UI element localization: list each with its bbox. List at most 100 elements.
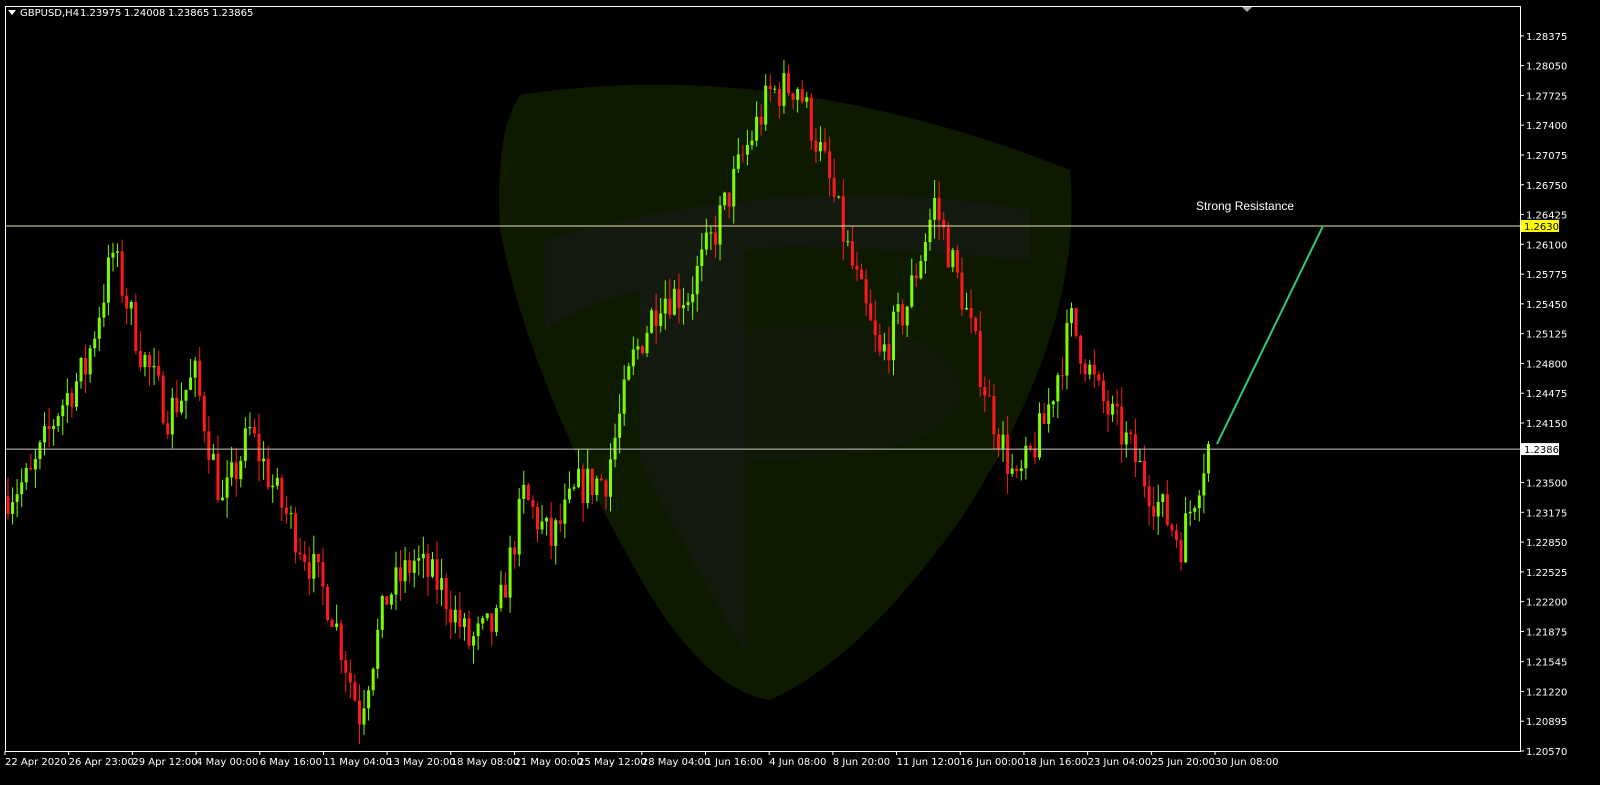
bull-candle (335, 623, 339, 627)
bear-candle (526, 484, 530, 500)
bear-candle (1074, 308, 1078, 336)
bear-candle (120, 251, 124, 296)
bear-candle (330, 619, 334, 627)
bull-candle (170, 397, 174, 435)
bull-candle (111, 252, 115, 258)
bear-candle (1165, 494, 1169, 525)
bear-candle (887, 344, 891, 361)
time-tick-label: 6 May 16:00 (260, 757, 322, 768)
bull-candle (1161, 494, 1165, 502)
time-tick-label: 8 Jun 20:00 (833, 757, 890, 768)
bull-candle (43, 426, 47, 443)
price-tick-label: 1.24150 (1526, 419, 1567, 430)
bear-candle (339, 623, 343, 661)
bear-candle (280, 477, 284, 508)
chart-canvas[interactable]: GBPUSD,H4 1.23975 1.24008 1.23865 1.2386… (0, 0, 1600, 785)
bear-candle (946, 227, 950, 268)
current-price-tag-text: 1.23865 (1524, 445, 1565, 456)
bear-candle (1042, 413, 1046, 424)
bull-candle (622, 379, 626, 414)
projection-arrow-line[interactable] (1216, 225, 1324, 445)
symbol-dropdown-icon[interactable] (8, 10, 16, 15)
bull-candle (275, 477, 279, 486)
time-tick-label: 4 May 00:00 (196, 757, 258, 768)
bear-candle (1129, 432, 1133, 435)
bull-candle (545, 517, 549, 522)
bear-candle (640, 346, 644, 354)
bull-candle (38, 442, 42, 459)
bull-candle (24, 467, 28, 483)
bull-candle (20, 482, 24, 495)
bull-candle (818, 142, 822, 152)
bear-candle (1147, 486, 1151, 507)
bear-candle (326, 586, 330, 620)
bull-candle (563, 499, 567, 524)
bear-candle (321, 562, 325, 587)
bear-candle (1143, 460, 1147, 487)
bull-candle (627, 366, 631, 380)
bull-candle (97, 317, 101, 339)
bear-candle (727, 192, 731, 207)
bear-candle (531, 499, 535, 507)
header-open: 1.23975 (80, 8, 121, 19)
bear-candle (996, 434, 1000, 450)
bear-candle (713, 232, 717, 245)
bull-candle (650, 310, 654, 333)
bear-candle (134, 302, 138, 352)
bear-candle (29, 467, 33, 470)
bear-candle (1152, 506, 1156, 517)
bear-candle (444, 578, 448, 610)
bull-candle (672, 288, 676, 315)
time-axis: 22 Apr 2020 26 Apr 23:0029 Apr 12:004 May… (4, 751, 1279, 768)
header-symbol: GBPUSD,H4 (20, 8, 79, 19)
bull-candle (1188, 511, 1192, 514)
strong-resistance-label[interactable]: Strong Resistance (1196, 199, 1294, 213)
bull-candle (609, 459, 612, 497)
bear-candle (385, 596, 389, 605)
bear-candle (841, 196, 845, 242)
bull-candle (1070, 308, 1074, 323)
bull-candle (567, 488, 571, 500)
price-tick-label: 1.27725 (1526, 91, 1567, 102)
bear-candle (1083, 363, 1087, 375)
bull-candle (225, 477, 229, 498)
bear-candle (1033, 448, 1037, 458)
bear-candle (84, 358, 88, 375)
bull-candle (508, 547, 512, 598)
bear-candle (216, 453, 220, 501)
bull-candle (380, 596, 384, 630)
bear-candle (860, 269, 864, 280)
bull-candle (732, 168, 736, 207)
bull-candle (837, 196, 841, 198)
time-tick-label: 18 May 08:00 (451, 757, 520, 768)
bull-candle (1001, 434, 1005, 450)
bull-candle (289, 513, 293, 515)
price-tick-label: 1.22850 (1526, 538, 1567, 549)
bull-candle (1038, 413, 1042, 458)
time-tick-label: 11 Jun 12:00 (897, 757, 961, 768)
bear-candle (590, 468, 594, 495)
bull-candle (572, 487, 576, 489)
bull-candle (453, 609, 457, 623)
bull-candle (745, 145, 749, 155)
bear-candle (513, 547, 517, 555)
bear-candle (969, 307, 973, 318)
price-tick-label: 1.27075 (1526, 151, 1567, 162)
time-tick-label: 4 Jun 08:00 (769, 757, 826, 768)
bear-candle (654, 310, 658, 326)
scroll-marker-icon[interactable] (1242, 7, 1252, 12)
bull-candle (1124, 432, 1128, 445)
bear-candle (581, 468, 585, 504)
bear-candle (1179, 539, 1183, 563)
price-tick-label: 1.27400 (1526, 121, 1567, 132)
bear-candle (161, 375, 165, 424)
bull-candle (659, 313, 663, 326)
price-tick-label: 1.21875 (1526, 627, 1567, 638)
price-tick-label: 1.26100 (1526, 240, 1567, 251)
bull-candle (704, 232, 708, 250)
bull-candle (682, 305, 686, 309)
price-tick-label: 1.21220 (1526, 687, 1567, 698)
bear-candle (353, 682, 357, 701)
bull-candle (736, 154, 740, 169)
bear-candle (458, 609, 462, 627)
